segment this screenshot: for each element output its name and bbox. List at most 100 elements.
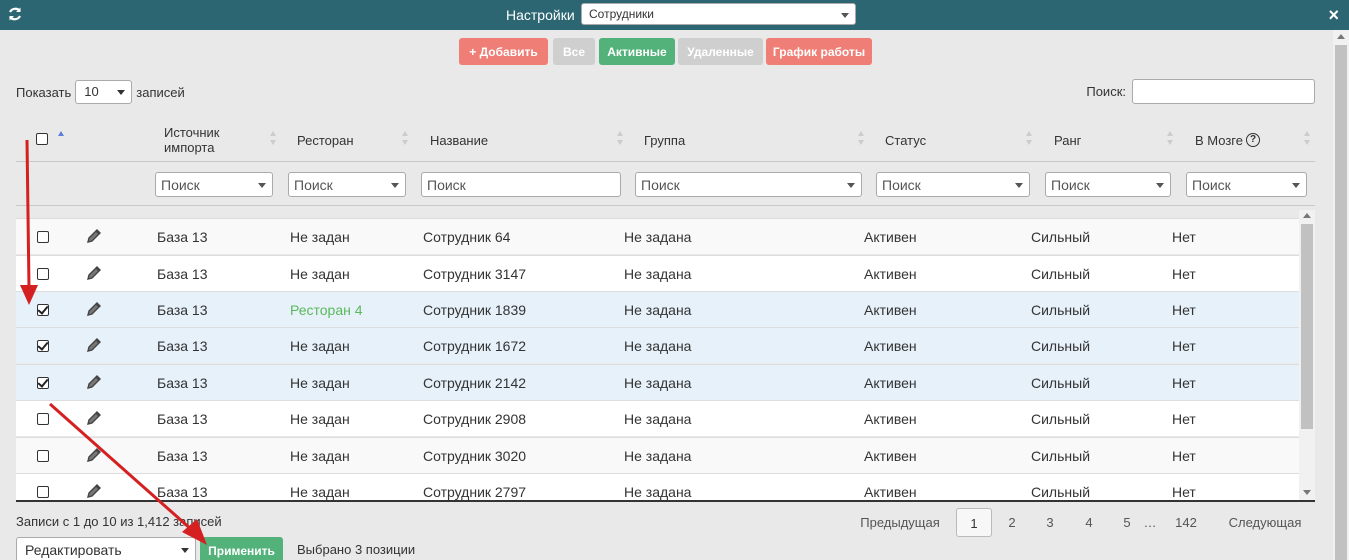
apply-button[interactable]: Применить bbox=[200, 537, 283, 560]
refresh-icon[interactable] bbox=[7, 6, 23, 22]
pagination-next[interactable]: Следующая bbox=[1220, 508, 1310, 537]
sort-icon[interactable] bbox=[270, 131, 276, 149]
cell-rank: Сильный bbox=[1031, 448, 1091, 464]
cell-rank: Сильный bbox=[1031, 484, 1091, 500]
cell-name: Сотрудник 2908 bbox=[423, 411, 527, 427]
pagination-previous[interactable]: Предыдущая bbox=[850, 508, 950, 537]
column-header-brain[interactable]: В Мозге ? bbox=[1195, 118, 1260, 162]
filter-group-select[interactable]: Поиск bbox=[635, 172, 862, 197]
column-header-name-label: Название bbox=[430, 132, 489, 148]
help-icon[interactable]: ? bbox=[1246, 133, 1260, 147]
chevron-down-icon bbox=[117, 90, 126, 95]
page-length-value: 10 bbox=[84, 84, 99, 99]
column-header-brain-label: В Мозге bbox=[1195, 132, 1243, 148]
filter-active-button[interactable]: Активные bbox=[599, 38, 675, 65]
pencil-icon[interactable] bbox=[86, 483, 102, 499]
table-info: Записи с 1 до 10 из 1,412 записей bbox=[16, 514, 222, 529]
pencil-icon[interactable] bbox=[86, 265, 102, 281]
table-row[interactable]: База 13 Не задан Сотрудник 2908 Не задан… bbox=[16, 400, 1299, 436]
filter-status-select[interactable]: Поиск bbox=[876, 172, 1030, 197]
page-scrollbar[interactable] bbox=[1333, 30, 1349, 560]
filter-all-button[interactable]: Все bbox=[553, 38, 595, 65]
cell-source: База 13 bbox=[157, 229, 208, 245]
chevron-down-icon bbox=[1292, 183, 1300, 188]
pencil-icon[interactable] bbox=[86, 228, 102, 244]
bulk-action-select[interactable]: Редактировать bbox=[16, 537, 196, 560]
scroll-down-icon[interactable] bbox=[1303, 490, 1311, 495]
chevron-down-icon bbox=[841, 13, 849, 18]
close-icon[interactable]: × bbox=[1328, 5, 1339, 25]
pagination-page-5[interactable]: 5 bbox=[1111, 508, 1143, 537]
row-checkbox[interactable] bbox=[37, 413, 49, 425]
filter-rank-select[interactable]: Поиск bbox=[1045, 172, 1171, 197]
row-checkbox[interactable] bbox=[37, 268, 49, 280]
section-select[interactable]: Сотрудники bbox=[581, 3, 856, 25]
cell-group: Не задана bbox=[624, 448, 692, 464]
cell-status: Активен bbox=[864, 484, 917, 500]
filter-brain-select[interactable]: Поиск bbox=[1186, 172, 1307, 197]
sort-icon[interactable] bbox=[58, 131, 64, 149]
table-row[interactable]: База 13 Не задан Сотрудник 3147 Не задан… bbox=[16, 255, 1299, 291]
pagination-page-3[interactable]: 3 bbox=[1034, 508, 1066, 537]
table-row[interactable]: База 13 Не задан Сотрудник 3020 Не задан… bbox=[16, 437, 1299, 473]
row-checkbox[interactable] bbox=[37, 450, 49, 462]
cell-brain: Нет bbox=[1172, 338, 1196, 354]
cell-status: Активен bbox=[864, 448, 917, 464]
sort-icon[interactable] bbox=[617, 131, 623, 149]
pencil-icon[interactable] bbox=[86, 374, 102, 390]
table-scrollbar[interactable] bbox=[1299, 210, 1315, 500]
sort-icon[interactable] bbox=[1304, 131, 1310, 149]
filter-source-select[interactable]: Поиск bbox=[155, 172, 273, 197]
page-length-select[interactable]: 10 bbox=[75, 80, 133, 104]
pagination-page-2[interactable]: 2 bbox=[996, 508, 1028, 537]
column-header-restaurant-label: Ресторан bbox=[297, 132, 354, 148]
scroll-up-icon[interactable] bbox=[1303, 213, 1311, 218]
row-checkbox[interactable] bbox=[37, 377, 49, 389]
cell-restaurant-link[interactable]: Ресторан 4 bbox=[290, 292, 363, 328]
filter-source-placeholder: Поиск bbox=[161, 177, 200, 193]
pagination-page-4[interactable]: 4 bbox=[1073, 508, 1105, 537]
filter-name-placeholder: Поиск bbox=[427, 177, 466, 193]
cell-brain: Нет bbox=[1172, 302, 1196, 318]
scroll-up-icon[interactable] bbox=[1337, 34, 1345, 39]
pencil-icon[interactable] bbox=[86, 301, 102, 317]
pagination-page-1[interactable]: 1 bbox=[956, 508, 992, 537]
table-row[interactable]: База 13 Не задан Сотрудник 1672 Не задан… bbox=[16, 327, 1299, 363]
sort-icon[interactable] bbox=[1026, 131, 1032, 149]
column-header-group[interactable]: Группа bbox=[644, 118, 685, 162]
pencil-icon[interactable] bbox=[86, 337, 102, 353]
column-header-restaurant[interactable]: Ресторан bbox=[297, 118, 354, 162]
column-header-name[interactable]: Название bbox=[430, 118, 488, 162]
filter-name-input[interactable]: Поиск bbox=[421, 172, 621, 197]
window-titlebar: Настройки Сотрудники × bbox=[0, 0, 1349, 30]
filter-rank-placeholder: Поиск bbox=[1051, 177, 1090, 193]
filter-restaurant-select[interactable]: Поиск bbox=[288, 172, 406, 197]
scrollbar-thumb[interactable] bbox=[1335, 45, 1347, 560]
row-checkbox[interactable] bbox=[37, 340, 49, 352]
table-row[interactable]: База 13 Не задан Сотрудник 2142 Не задан… bbox=[16, 364, 1299, 400]
sort-icon[interactable] bbox=[1167, 131, 1173, 149]
row-checkbox[interactable] bbox=[37, 486, 49, 498]
table-row[interactable]: База 13 Ресторан 4 Сотрудник 1839 Не зад… bbox=[16, 291, 1299, 327]
pagination-page-last[interactable]: 142 bbox=[1166, 508, 1206, 537]
table-row[interactable]: База 13 Не задан Сотрудник 2797 Не задан… bbox=[16, 473, 1299, 500]
cell-rank: Сильный bbox=[1031, 229, 1091, 245]
cell-group: Не задана bbox=[624, 266, 692, 282]
column-header-rank[interactable]: Ранг bbox=[1054, 118, 1081, 162]
column-header-source[interactable]: Источник импорта bbox=[164, 118, 284, 162]
sort-icon[interactable] bbox=[858, 131, 864, 149]
scrollbar-thumb[interactable] bbox=[1301, 224, 1313, 429]
column-header-status[interactable]: Статус bbox=[885, 118, 926, 162]
schedule-button[interactable]: График работы bbox=[766, 38, 872, 65]
pencil-icon[interactable] bbox=[86, 447, 102, 463]
add-button[interactable]: + Добавить bbox=[459, 38, 548, 65]
filter-deleted-button[interactable]: Удаленные bbox=[678, 38, 763, 65]
row-checkbox[interactable] bbox=[37, 231, 49, 243]
select-all-checkbox[interactable] bbox=[36, 133, 48, 145]
page-length-control: Показать 10 записей bbox=[16, 80, 185, 104]
search-input[interactable] bbox=[1132, 79, 1315, 104]
table-row[interactable]: База 13 Не задан Сотрудник 64 Не задана … bbox=[16, 218, 1299, 254]
sort-icon[interactable] bbox=[402, 131, 408, 149]
row-checkbox[interactable] bbox=[37, 304, 49, 316]
pencil-icon[interactable] bbox=[86, 410, 102, 426]
